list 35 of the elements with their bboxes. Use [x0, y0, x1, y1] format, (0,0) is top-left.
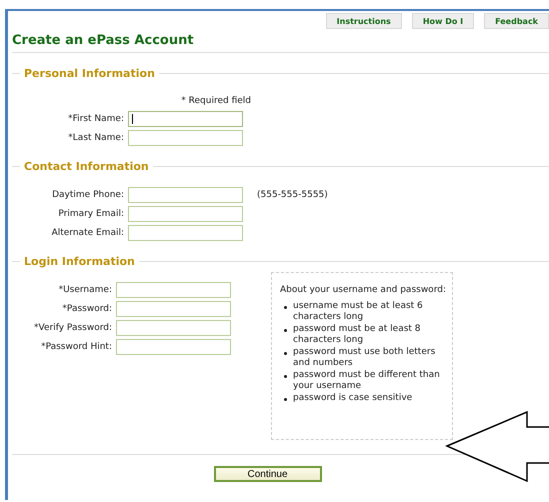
- input-field[interactable]: [116, 301, 231, 317]
- bullet-icon: [284, 375, 287, 378]
- input-field[interactable]: [128, 130, 243, 146]
- rule-text: password is case sensitive: [293, 393, 412, 404]
- bullet-icon: [284, 306, 287, 309]
- bullet-icon: [284, 329, 287, 332]
- help-button[interactable]: How Do I: [412, 13, 474, 29]
- help-button[interactable]: Instructions: [326, 13, 402, 29]
- info-heading: About your username and password:: [280, 285, 446, 295]
- input-field[interactable]: [116, 339, 231, 355]
- format-hint: (555-555-5555): [257, 190, 328, 200]
- field-label: Alternate Email:: [50, 228, 124, 238]
- input-field[interactable]: [128, 187, 243, 203]
- input-field[interactable]: [128, 111, 243, 127]
- field-label: Daytime Phone:: [51, 190, 124, 200]
- required-note: * Required field: [180, 96, 251, 106]
- field-label: Primary Email:: [57, 209, 124, 219]
- field-label: *Verify Password:: [33, 323, 112, 333]
- field-label: *Password Hint:: [40, 342, 112, 352]
- field-label: *First Name:: [67, 114, 124, 124]
- section-legend: Login Information: [24, 255, 135, 268]
- input-field[interactable]: [128, 206, 243, 222]
- page-title: Create an ePass Account: [12, 33, 194, 48]
- continue-button[interactable]: Continue: [214, 466, 322, 482]
- help-button[interactable]: Feedback: [484, 13, 549, 29]
- bullet-icon: [284, 352, 287, 355]
- field-label: *Password:: [61, 304, 112, 314]
- input-field[interactable]: [116, 282, 231, 298]
- input-field[interactable]: [128, 225, 243, 241]
- field-label: *Last Name:: [67, 133, 124, 143]
- field-label: *Username:: [58, 285, 112, 295]
- input-field[interactable]: [116, 320, 231, 336]
- section-legend: Personal Information: [24, 67, 155, 80]
- bullet-icon: [284, 398, 287, 401]
- section-legend: Contact Information: [24, 160, 149, 173]
